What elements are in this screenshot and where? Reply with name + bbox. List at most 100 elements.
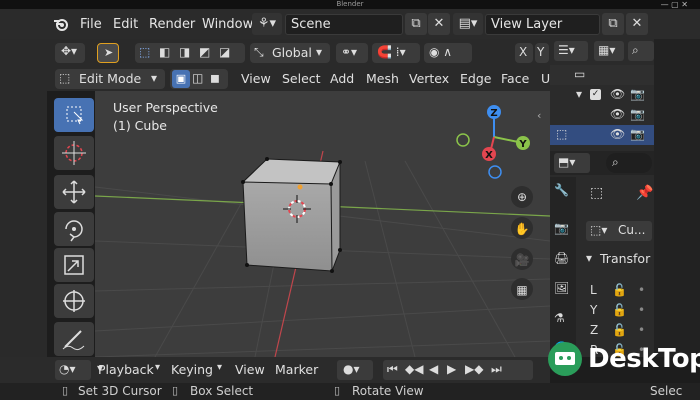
transform-tool[interactable] <box>54 284 94 318</box>
scene-selector-icon[interactable]: ⚘▾ <box>252 13 282 35</box>
transform-orientation-dropdown[interactable]: ⤡ Global ▾ <box>250 43 330 63</box>
outliner-display-mode-icon[interactable]: ☰▾ <box>554 41 588 61</box>
select-mode-vertex-edge-face[interactable]: ▣ ◫ ◼ <box>170 69 228 89</box>
new-view-layer-icon[interactable]: ⧉ <box>602 13 624 35</box>
zoom-icon[interactable]: ⊕ <box>517 190 527 204</box>
camera-icon[interactable]: 🎥 <box>515 253 530 267</box>
location-label: L <box>590 283 597 297</box>
annotate-tool[interactable] <box>54 322 94 356</box>
pivot-point-icon[interactable]: ⚭▾ <box>336 43 368 63</box>
edge-select-icon[interactable]: ◫ <box>192 71 203 85</box>
transform-expand-icon[interactable]: ▾ <box>586 251 592 265</box>
snap-icon[interactable]: 🧲 ⁞▾ <box>372 43 420 63</box>
record-keyframe-button[interactable]: ●▾ <box>337 360 373 380</box>
editor-type-icon[interactable]: ✥▾ <box>55 43 85 63</box>
box-select-icon[interactable]: ⬚ <box>139 45 150 59</box>
properties-editor-icon[interactable]: ⬒▾ <box>554 153 590 173</box>
navigation-gizmo[interactable]: Z Y X <box>456 105 530 179</box>
menu-timeline-view[interactable]: View <box>235 362 265 377</box>
prev-keyframe-icon[interactable]: ◆◀ <box>405 362 423 376</box>
eye-icon[interactable]: 👁 <box>610 107 625 121</box>
pan-hand-icon[interactable]: ✋ <box>515 222 530 236</box>
menu-marker[interactable]: Marker <box>275 362 318 377</box>
play-icon[interactable]: ▶ <box>447 362 456 376</box>
new-scene-icon[interactable]: ⧉ <box>405 13 427 35</box>
pin-icon[interactable]: 📌 <box>636 185 653 201</box>
select-extend-icon[interactable]: ◧ <box>159 45 170 59</box>
rotate-tool[interactable] <box>54 212 94 246</box>
face-select-icon[interactable]: ◼ <box>210 71 220 85</box>
axis-y-button[interactable]: Y <box>535 43 549 63</box>
menu-keying[interactable]: Keying <box>171 362 213 377</box>
menu-face[interactable]: Face <box>501 71 529 86</box>
delete-view-layer-icon[interactable]: ✕ <box>626 13 648 35</box>
view-layer-selector-icon[interactable]: ▤▾ <box>453 13 483 35</box>
lock-icon[interactable]: 🔓 <box>612 303 627 317</box>
camera-icon[interactable]: 📷 <box>630 107 645 121</box>
checkbox-icon[interactable]: ✓ <box>590 89 601 100</box>
search-icon[interactable]: ⌕ <box>628 41 654 61</box>
select-subtract-icon[interactable]: ◨ <box>179 45 190 59</box>
jump-start-icon[interactable]: ⏮ <box>387 362 398 377</box>
cursor-tool[interactable] <box>54 136 94 170</box>
select-intersect-icon[interactable]: ◪ <box>219 45 230 59</box>
outliner-row-cube-selected[interactable]: ⬚ 👁 📷 <box>550 125 654 145</box>
outliner-row-camera[interactable]: 👁 📷 <box>550 105 654 125</box>
window-controls[interactable]: — ▢ ✕ <box>661 0 688 9</box>
scene-field[interactable]: Scene <box>285 14 403 35</box>
output-tab-icon[interactable]: 🖨 <box>554 251 569 265</box>
play-reverse-icon[interactable]: ◀ <box>429 362 438 376</box>
select-tool-icon[interactable]: ➤ <box>97 43 119 63</box>
tool-tab-icon[interactable]: 🔧 <box>554 183 569 197</box>
menu-view[interactable]: View <box>241 71 271 86</box>
menu-vertex[interactable]: Vertex <box>409 71 449 86</box>
lock-icon[interactable]: 🔓 <box>612 283 627 297</box>
edit-mode-icon[interactable]: ⬚ <box>556 127 567 141</box>
camera-icon[interactable]: 📷 <box>630 87 645 101</box>
transform-panel-title[interactable]: Transfor <box>600 251 650 266</box>
menu-select[interactable]: Select <box>282 71 321 86</box>
properties-search-icon[interactable]: ⌕ <box>606 153 652 173</box>
filter-icon[interactable]: ▦▾ <box>594 41 624 61</box>
menu-playback-label[interactable]: Playback <box>98 362 154 377</box>
move-tool[interactable] <box>54 175 94 209</box>
eye-icon[interactable]: 👁 <box>610 127 625 141</box>
mode-dropdown[interactable]: ⬚ Edit Mode ▾ <box>55 69 165 89</box>
lock-icon[interactable]: 🔓 <box>612 323 627 337</box>
menu-render[interactable]: Render <box>149 17 195 32</box>
view-layer-tab-icon[interactable]: 🖼 <box>554 281 569 295</box>
scale-tool[interactable] <box>54 248 94 282</box>
menu-uv-partial[interactable]: U <box>541 71 550 86</box>
camera-icon[interactable]: 📷 <box>630 127 645 141</box>
grid-perspective-icon[interactable]: ▦ <box>516 283 527 297</box>
blender-logo-icon[interactable] <box>52 15 70 33</box>
menu-mesh[interactable]: Mesh <box>366 71 399 86</box>
menu-edge[interactable]: Edge <box>460 71 491 86</box>
outliner-row-scene-collection[interactable]: ▭ <box>550 65 654 85</box>
select-box-tool[interactable] <box>54 98 94 132</box>
timeline-left-strip <box>0 357 47 383</box>
next-keyframe-icon[interactable]: ▶◆ <box>465 362 483 376</box>
object-datablock-field[interactable]: ⬚▾ Cu... <box>586 221 652 241</box>
select-mode-group[interactable]: ⬚ ◧ ◨ ◩ ◪ <box>135 43 245 63</box>
timeline-editor-icon[interactable]: ◔▾ <box>55 360 91 380</box>
menu-add[interactable]: Add <box>330 71 354 86</box>
select-invert-icon[interactable]: ◩ <box>199 45 210 59</box>
menu-window[interactable]: Window <box>202 17 253 32</box>
outliner-row-collection[interactable]: ▾ ✓ 👁 📷 <box>550 85 654 105</box>
expand-arrow-icon[interactable]: ▾ <box>576 87 582 101</box>
eye-icon[interactable]: 👁 <box>610 87 625 101</box>
menu-file[interactable]: File <box>80 17 102 32</box>
sidebar-toggle-icon[interactable]: ‹ <box>537 109 541 122</box>
scene-tab-icon[interactable]: ⚗ <box>554 311 565 325</box>
menu-edit[interactable]: Edit <box>113 17 138 32</box>
render-tab-icon[interactable]: 📷 <box>554 221 569 235</box>
jump-end-icon[interactable]: ⏭ <box>491 362 502 377</box>
vertex-select-icon[interactable]: ▣ <box>172 70 190 88</box>
3d-viewport[interactable]: Z Y X ⊕ ✋ 🎥 ▦ User Perspective (1) Cube … <box>95 91 550 357</box>
axis-x-button[interactable]: X <box>515 43 533 63</box>
delete-scene-icon[interactable]: ✕ <box>428 13 450 35</box>
timeline-header: ◔▾ ▾ Playback ▾ Keying ▾ View Marker ●▾ … <box>47 357 550 383</box>
view-layer-field[interactable]: View Layer <box>485 14 600 35</box>
proportional-edit-icon[interactable]: ◉ ∧ <box>424 43 472 63</box>
